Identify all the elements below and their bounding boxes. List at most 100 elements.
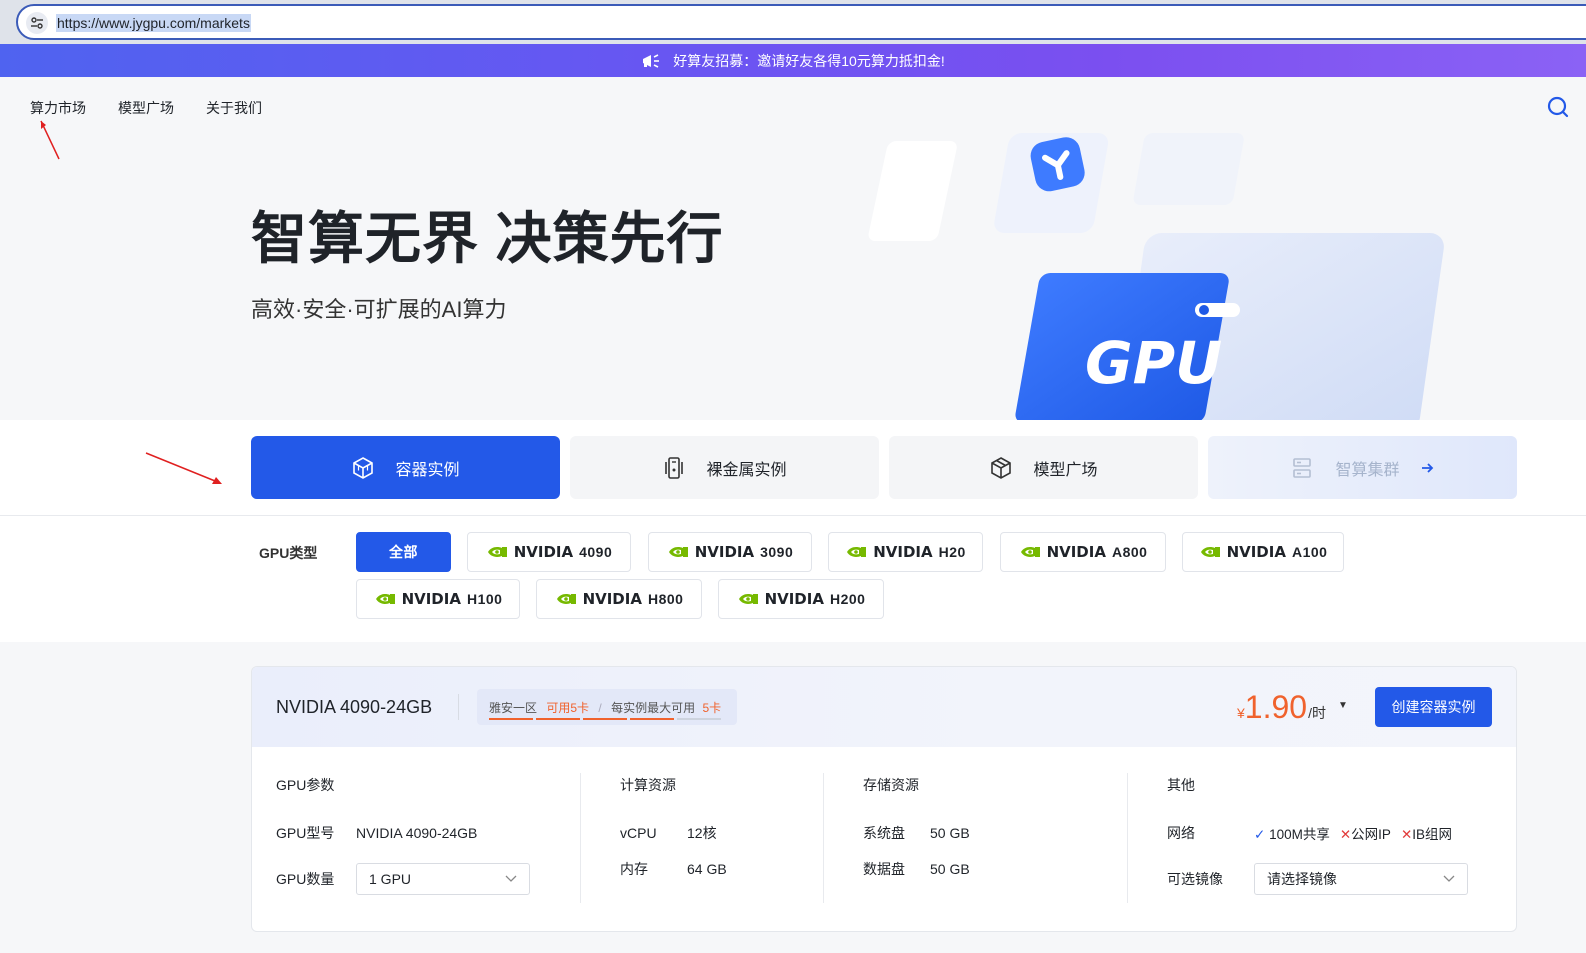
cross-icon: ✕	[1400, 827, 1413, 842]
cube-icon	[353, 456, 374, 479]
chip-brand: NVIDIA	[582, 590, 642, 608]
gpu-chip-3090[interactable]: NVIDIA 3090	[648, 532, 812, 572]
chip-brand: NVIDIA	[1046, 543, 1106, 561]
chip-model: H100	[466, 591, 503, 607]
nvidia-logo-icon	[1200, 547, 1220, 557]
price-unit: /时	[1308, 705, 1326, 721]
chip-model: H200	[829, 591, 866, 607]
chevron-down-icon	[1443, 875, 1455, 882]
tab-model-square[interactable]: 模型广场	[889, 436, 1198, 499]
gpu-chip-a800[interactable]: NVIDIA A800	[1000, 532, 1166, 572]
search-icon[interactable]	[1546, 95, 1570, 119]
net-public-ip: 公网IP	[1351, 827, 1391, 842]
gpu-params: GPU参数 GPU型号 NVIDIA 4090-24GB GPU数量 1 GPU	[276, 775, 530, 899]
gpu-art-text: GPU	[1085, 329, 1222, 397]
gpu-illustration: GPU	[868, 133, 1444, 420]
site-settings-icon[interactable]	[26, 12, 48, 34]
tab-container-instance[interactable]: 容器实例	[251, 436, 560, 499]
card-title: NVIDIA 4090-24GB	[276, 697, 433, 717]
network-label: 网络	[1167, 825, 1195, 841]
memory-value: 64 GB	[687, 861, 727, 877]
other-heading: 其他	[1167, 777, 1195, 793]
price[interactable]: ¥ 1.90 /时 ▼	[1237, 689, 1348, 725]
gpu-chip-h100[interactable]: NVIDIA H100	[356, 579, 520, 619]
chip-model: 4090	[579, 544, 613, 560]
system-disk-value: 50 GB	[930, 825, 970, 841]
gpu-count-value: 1 GPU	[369, 871, 412, 887]
chip-model: H800	[647, 591, 684, 607]
max-label: 每实例最大可用	[611, 701, 696, 715]
hero-title: 智算无界 决策先行	[251, 207, 724, 270]
column-divider	[580, 773, 581, 903]
image-placeholder: 请选择镜像	[1267, 871, 1337, 887]
nav-item-models[interactable]: 模型广场	[118, 98, 174, 118]
chip-brand: NVIDIA	[513, 543, 574, 561]
storage-heading: 存储资源	[863, 777, 919, 793]
image-select[interactable]: 请选择镜像	[1254, 863, 1468, 895]
promo-banner[interactable]: 好算友招募：邀请好友各得10元算力抵扣金!	[0, 44, 1586, 77]
vcpu-value: 12核	[687, 825, 717, 841]
gpu-chip-4090[interactable]: NVIDIA 4090	[467, 532, 631, 572]
net-ib: IB组网	[1412, 827, 1453, 842]
gpu-chip-all[interactable]: 全部	[356, 532, 451, 572]
category-tabs: 容器实例 裸金属实例 模型广场 智算集群	[251, 436, 1517, 499]
chip-model: A800	[1111, 544, 1148, 560]
annotation-arrow-nav	[40, 120, 60, 160]
card-header: NVIDIA 4090-24GB 雅安一区 可用5卡 / 每实例最大可用 5卡 …	[252, 667, 1516, 747]
create-instance-button[interactable]: 创建容器实例	[1375, 687, 1492, 727]
browser-address-bar: https://www.jygpu.com/markets	[0, 0, 1586, 44]
availability-bars	[489, 718, 721, 720]
gpu-model-label: GPU型号	[276, 825, 335, 841]
gpu-chip-h20[interactable]: NVIDIA H20	[828, 532, 983, 572]
server-icon	[665, 456, 684, 479]
check-icon: ✓	[1254, 827, 1266, 842]
tab-label: 智算集群	[1335, 461, 1400, 479]
arrow-right-icon	[1421, 462, 1433, 473]
zone-availability: 雅安一区 可用5卡 / 每实例最大可用 5卡	[477, 689, 737, 725]
nvidia-logo-icon	[1020, 547, 1040, 557]
url-field[interactable]: https://www.jygpu.com/markets	[16, 4, 1586, 40]
chip-brand: NVIDIA	[1226, 543, 1286, 561]
nvidia-logo-icon	[668, 547, 688, 557]
chip-model: 3090	[760, 544, 794, 560]
other-options: 其他 网络 ✓ 100M共享 ✕公网IP ✕IB组网 可选镜像 请选择镜像	[1167, 775, 1468, 899]
nvidia-logo-icon	[556, 594, 576, 604]
tab-bare-metal[interactable]: 裸金属实例	[570, 436, 879, 499]
nvidia-logo-icon	[487, 547, 507, 557]
chip-brand: NVIDIA	[764, 590, 824, 608]
annotation-arrow-tabs	[145, 452, 222, 484]
gpu-chip-h800[interactable]: NVIDIA H800	[536, 579, 702, 619]
system-disk-label: 系统盘	[863, 825, 905, 841]
memory-label: 内存	[620, 861, 648, 877]
gpu-count-select[interactable]: 1 GPU	[356, 863, 530, 895]
zone-available: 可用5卡	[546, 701, 590, 715]
max-value: 5卡	[702, 701, 722, 715]
column-divider	[1127, 773, 1128, 903]
gpu-params-heading: GPU参数	[276, 777, 335, 793]
megaphone-icon	[641, 53, 661, 69]
hero-subtitle: 高效·安全·可扩展的AI算力	[251, 297, 507, 322]
tab-cluster[interactable]: 智算集群	[1208, 436, 1517, 499]
gpu-chip-a100[interactable]: NVIDIA A100	[1182, 532, 1344, 572]
caret-down-icon[interactable]: ▼	[1338, 700, 1348, 711]
compute-heading: 计算资源	[620, 777, 676, 793]
tab-label: 模型广场	[1033, 461, 1098, 479]
hero-section: 算力市场 模型广场 关于我们 智算无界 决策先行 高效·安全·可扩展的AI算力 …	[0, 77, 1586, 420]
chevron-down-icon	[505, 875, 517, 882]
nav-item-about[interactable]: 关于我们	[206, 98, 262, 118]
price-value: 1.90	[1244, 689, 1308, 725]
data-disk-value: 50 GB	[930, 861, 970, 877]
storage-resources: 存储资源 系统盘 50 GB 数据盘 50 GB	[863, 775, 970, 889]
data-disk-label: 数据盘	[863, 861, 905, 877]
compute-resources: 计算资源 vCPU 12核 内存 64 GB	[620, 775, 727, 889]
nvidia-logo-icon	[738, 594, 758, 604]
zone-name: 雅安一区	[489, 701, 538, 715]
cluster-icon	[1293, 457, 1312, 478]
price-currency: ¥	[1237, 705, 1245, 721]
chip-model: A100	[1291, 544, 1328, 560]
gpu-chip-h200[interactable]: NVIDIA H200	[718, 579, 884, 619]
gpu-product-card: NVIDIA 4090-24GB 雅安一区 可用5卡 / 每实例最大可用 5卡 …	[251, 666, 1517, 932]
net-shared: 100M共享	[1269, 827, 1330, 842]
nvidia-logo-icon	[847, 547, 867, 557]
chip-brand: NVIDIA	[694, 543, 755, 561]
